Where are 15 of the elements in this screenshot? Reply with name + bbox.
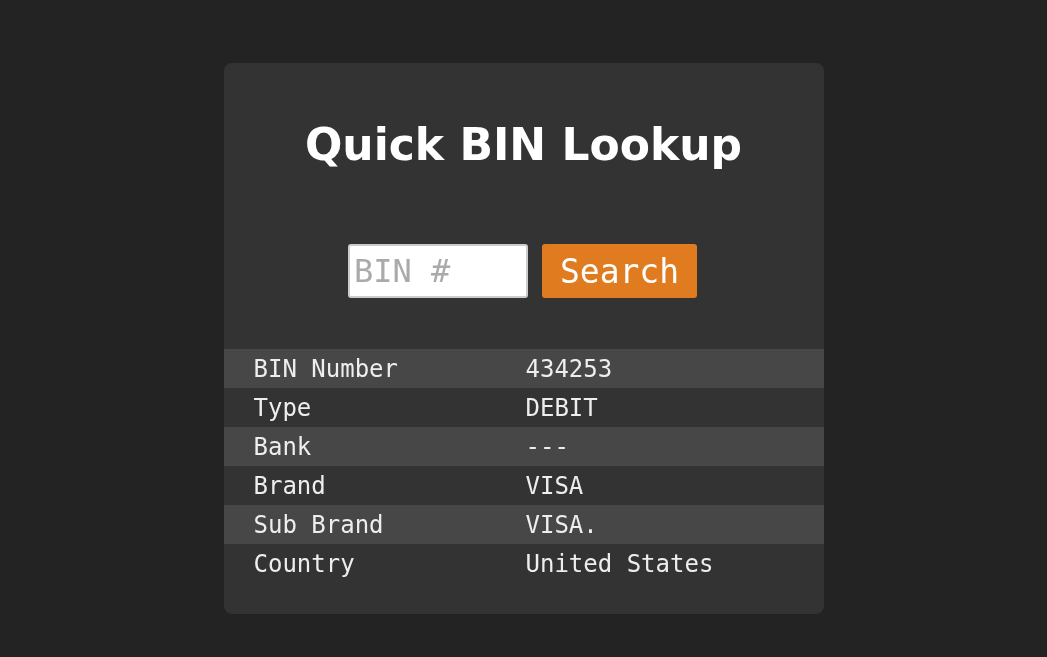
field-value: ---: [525, 432, 569, 461]
field-value: DEBIT: [525, 393, 598, 422]
field-label: Country: [253, 549, 356, 578]
field-value: VISA.: [525, 510, 598, 539]
bin-input-field[interactable]: BIN #: [348, 244, 528, 298]
field-value: VISA: [525, 471, 584, 500]
field-label: Sub Brand: [253, 510, 385, 539]
search-button[interactable]: Search: [542, 244, 697, 298]
page-title: Quick BIN Lookup: [303, 118, 744, 172]
field-label: BIN Number: [253, 354, 399, 383]
field-label: Bank: [253, 432, 313, 461]
field-value: United States: [525, 549, 714, 578]
field-label: Type: [253, 393, 313, 422]
field-value: 434253: [525, 354, 613, 383]
field-label: Brand: [253, 471, 327, 500]
